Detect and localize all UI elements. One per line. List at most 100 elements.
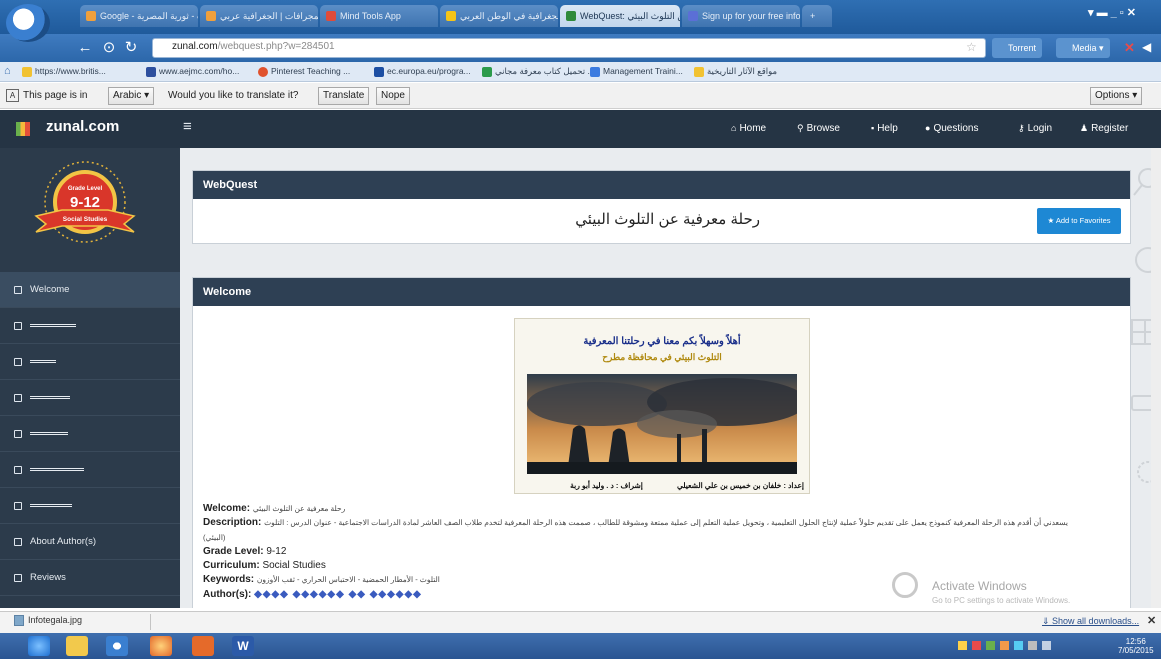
browser-tab[interactable]: الجغرافية في الوطن العربي [440, 5, 558, 27]
bookmark-item[interactable]: https://www.britis... [22, 66, 106, 77]
show-all-downloads-link[interactable]: ⇓ Show all downloads... [1042, 616, 1139, 627]
firefox-icon[interactable] [150, 636, 172, 656]
bookmark-item[interactable]: ec.europa.eu/progra... [374, 66, 471, 77]
page-icon [14, 394, 22, 402]
browser-tab[interactable]: Mind Tools App [320, 5, 438, 27]
browser-tab[interactable]: Google - عبث - ثورية المصرية [80, 5, 198, 27]
user-icon: ♟ [1080, 123, 1089, 133]
meta-value: Social Studies [262, 560, 326, 571]
menu-icon[interactable]: ◀ [1142, 40, 1151, 54]
meta-value: 9-12 [266, 546, 287, 557]
sidebar-item-label [30, 395, 70, 399]
chat-icon: ● [925, 123, 931, 133]
zunal-logo-icon[interactable] [16, 122, 30, 136]
author-link[interactable]: ◆◆◆◆ ◆◆◆◆◆◆ ◆◆ ◆◆◆◆◆◆ [254, 589, 422, 600]
browser-tab[interactable]: Sign up for your free infog [682, 5, 800, 27]
bookmark-label: تحميل كتاب معرفة مجاني ... [495, 66, 595, 76]
menu-questions[interactable]: ● Questions [925, 123, 978, 134]
welcome-panel-title: Welcome [193, 278, 1130, 306]
url-domain: zunal.com [172, 41, 218, 52]
activate-windows-title: Activate Windows [932, 579, 1027, 593]
bookmark-item[interactable]: مواقع الآثار التاريخية [694, 66, 777, 77]
bookmark-star-icon[interactable]: ☆ [966, 40, 977, 54]
meta-label: Keywords: [203, 574, 255, 585]
meta-description: Description: يسعدني أن أقدم هذه الرحلة ا… [203, 517, 1131, 528]
sidebar-item-about-authors[interactable]: About Author(s) [0, 524, 180, 560]
media-button[interactable]: Media ▾ [1056, 38, 1110, 58]
reload-icon[interactable]: ↻ [122, 39, 140, 57]
meta-label: Grade Level: [203, 546, 264, 557]
history-icon[interactable]: ⊙ [100, 39, 118, 57]
bookmark-icon [258, 67, 268, 77]
site-name[interactable]: zunal.com [46, 118, 119, 135]
bookmark-item[interactable]: www.aejmc.com/ho... [146, 66, 239, 77]
sidebar-item-welcome[interactable]: Welcome [0, 272, 180, 308]
tab-label: Mind Tools App [340, 11, 401, 21]
site-header [0, 110, 1161, 148]
page-scrollbar[interactable] [1151, 148, 1161, 608]
ie-icon[interactable] [28, 636, 50, 656]
browser-tab-active[interactable]: WebQuest: من التلوث البيئي [560, 5, 680, 27]
menu-register[interactable]: ♟ Register [1080, 123, 1128, 134]
menu-login[interactable]: ⚷ Login [1018, 123, 1052, 134]
torrent-button[interactable]: Torrent [992, 38, 1043, 58]
bookmark-icon [374, 67, 384, 77]
sidebar-item-label: Reviews [30, 572, 66, 583]
paint-icon[interactable] [192, 636, 214, 656]
poster-supervisor: إشراف : د . وليد أبو ربة [570, 481, 643, 490]
home-icon[interactable]: ⌂ [4, 65, 11, 77]
download-filename: Infotegala.jpg [28, 615, 83, 625]
menu-home[interactable]: ⌂ Home [731, 123, 766, 134]
window-controls[interactable]: ▾ ▬ _ ▫ ✕ [1088, 6, 1136, 19]
tab-favicon-icon [446, 11, 456, 21]
clock-date: 7/05/2015 [1118, 646, 1154, 655]
page-icon [14, 574, 22, 582]
translate-button[interactable]: Translate [318, 87, 370, 105]
tab-label: Sign up for your free infog [702, 11, 800, 21]
grade-level-badge: Grade Level 9-12 Social Studies [34, 161, 136, 243]
back-arrow-icon[interactable]: ← [76, 39, 94, 57]
nope-button[interactable]: Nope [376, 87, 410, 105]
new-tab-button[interactable]: + [802, 5, 832, 27]
tab-favicon-icon [326, 11, 336, 21]
page-icon [14, 322, 22, 330]
image-file-icon [14, 615, 24, 626]
browser-logo-icon[interactable] [6, 4, 50, 42]
sidebar-item-conclusion[interactable] [0, 452, 180, 488]
meta-label: Welcome: [203, 503, 251, 514]
file-explorer-icon[interactable] [66, 636, 88, 656]
menu-label: Help [877, 123, 898, 134]
meta-label: Author(s): [203, 589, 252, 600]
address-text[interactable]: zunal.com/webquest.php?w=284501 [172, 41, 335, 52]
menu-help[interactable]: ▪ Help [871, 123, 898, 134]
webquest-panel-title: WebQuest [193, 171, 1130, 199]
sidebar-item-introduction[interactable] [0, 308, 180, 344]
close-downloads-icon[interactable]: ✕ [1147, 614, 1156, 627]
word-icon[interactable]: W [232, 636, 254, 656]
translate-options-button[interactable]: Options ▾ [1090, 87, 1143, 105]
bookmark-item[interactable]: Pinterest Teaching ... [258, 66, 350, 77]
sidebar-item-reviews[interactable]: Reviews [0, 560, 180, 596]
sidebar-item-teacher-page[interactable] [0, 488, 180, 524]
bookmark-item[interactable]: تحميل كتاب معرفة مجاني ... [482, 66, 595, 77]
browser-taskbar-icon[interactable] [106, 636, 128, 656]
sidebar-item-label [30, 503, 72, 507]
add-to-favorites-button[interactable]: ★ Add to Favorites [1037, 208, 1121, 234]
browser-tab[interactable]: الاتراث المجرافات | الجغرافية عربي [200, 5, 318, 27]
bookmark-item[interactable]: Management Traini... [590, 66, 683, 77]
language-select[interactable]: Arabic ▾ [108, 87, 155, 105]
poster-prepared-by: إعداد : خلفان بن خميس بن علي الشعيلي [677, 481, 804, 490]
sidebar-item-evaluation[interactable] [0, 416, 180, 452]
hamburger-icon[interactable]: ≡ [183, 118, 192, 135]
meta-welcome: Welcome: رحلة معرفية عن التلوث البيئي [203, 503, 345, 514]
page-icon [14, 538, 22, 546]
system-tray-icons[interactable] [958, 640, 1078, 652]
sidebar-item-process[interactable] [0, 380, 180, 416]
menu-label: Browse [806, 123, 840, 134]
taskbar-clock: 12:56 7/05/2015 [1118, 637, 1154, 655]
extension-icon[interactable]: ✕ [1124, 40, 1135, 56]
menu-browse[interactable]: ⚲ Browse [797, 123, 840, 134]
download-item[interactable]: Infotegala.jpg [14, 615, 83, 626]
sidebar-item-task[interactable] [0, 344, 180, 380]
bookmark-icon [146, 67, 156, 77]
